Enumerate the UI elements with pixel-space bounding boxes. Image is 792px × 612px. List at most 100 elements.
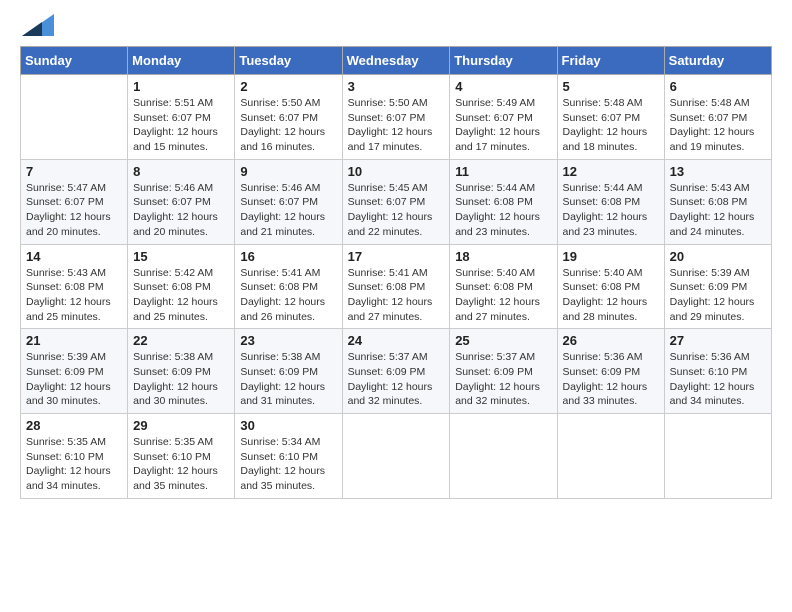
calendar-cell: 6 Sunrise: 5:48 AM Sunset: 6:07 PM Daylig… [664, 75, 771, 160]
day-number: 10 [348, 164, 445, 179]
day-info: Sunrise: 5:46 AM Sunset: 6:07 PM Dayligh… [133, 181, 229, 240]
weekday-header-monday: Monday [128, 47, 235, 75]
calendar-cell: 12 Sunrise: 5:44 AM Sunset: 6:08 PM Dayli… [557, 159, 664, 244]
calendar-cell: 26 Sunrise: 5:36 AM Sunset: 6:09 PM Dayli… [557, 329, 664, 414]
calendar-cell: 20 Sunrise: 5:39 AM Sunset: 6:09 PM Dayli… [664, 244, 771, 329]
calendar-cell: 9 Sunrise: 5:46 AM Sunset: 6:07 PM Daylig… [235, 159, 342, 244]
week-row-4: 21Sunrise: 5:39 AM Sunset: 6:09 PM Dayli… [21, 329, 772, 414]
page-header [20, 20, 772, 36]
weekday-header-row: SundayMondayTuesdayWednesdayThursdayFrid… [21, 47, 772, 75]
day-number: 25 [455, 333, 551, 348]
day-info: Sunrise: 5:34 AM Sunset: 6:10 PM Dayligh… [240, 435, 336, 494]
day-info: Sunrise: 5:49 AM Sunset: 6:07 PM Dayligh… [455, 96, 551, 155]
calendar-cell [664, 414, 771, 499]
calendar-cell: 11 Sunrise: 5:44 AM Sunset: 6:08 PM Dayli… [450, 159, 557, 244]
day-number: 23 [240, 333, 336, 348]
day-info: Sunrise: 5:41 AM Sunset: 6:08 PM Dayligh… [240, 266, 336, 325]
day-number: 18 [455, 249, 551, 264]
weekday-header-saturday: Saturday [664, 47, 771, 75]
day-number: 17 [348, 249, 445, 264]
calendar-cell: 7Sunrise: 5:47 AM Sunset: 6:07 PM Daylig… [21, 159, 128, 244]
day-info: Sunrise: 5:35 AM Sunset: 6:10 PM Dayligh… [26, 435, 122, 494]
calendar-cell: 21Sunrise: 5:39 AM Sunset: 6:09 PM Dayli… [21, 329, 128, 414]
day-info: Sunrise: 5:47 AM Sunset: 6:07 PM Dayligh… [26, 181, 122, 240]
day-info: Sunrise: 5:37 AM Sunset: 6:09 PM Dayligh… [348, 350, 445, 409]
day-info: Sunrise: 5:35 AM Sunset: 6:10 PM Dayligh… [133, 435, 229, 494]
day-info: Sunrise: 5:50 AM Sunset: 6:07 PM Dayligh… [240, 96, 336, 155]
day-info: Sunrise: 5:51 AM Sunset: 6:07 PM Dayligh… [133, 96, 229, 155]
day-info: Sunrise: 5:48 AM Sunset: 6:07 PM Dayligh… [670, 96, 766, 155]
calendar-cell: 8Sunrise: 5:46 AM Sunset: 6:07 PM Daylig… [128, 159, 235, 244]
day-number: 29 [133, 418, 229, 433]
calendar-cell: 2 Sunrise: 5:50 AM Sunset: 6:07 PM Daylig… [235, 75, 342, 160]
weekday-header-friday: Friday [557, 47, 664, 75]
day-info: Sunrise: 5:46 AM Sunset: 6:07 PM Dayligh… [240, 181, 336, 240]
day-number: 27 [670, 333, 766, 348]
day-number: 4 [455, 79, 551, 94]
calendar-cell: 25Sunrise: 5:37 AM Sunset: 6:09 PM Dayli… [450, 329, 557, 414]
calendar-cell: 28 Sunrise: 5:35 AM Sunset: 6:10 PM Dayli… [21, 414, 128, 499]
day-info: Sunrise: 5:45 AM Sunset: 6:07 PM Dayligh… [348, 181, 445, 240]
weekday-header-thursday: Thursday [450, 47, 557, 75]
day-info: Sunrise: 5:38 AM Sunset: 6:09 PM Dayligh… [240, 350, 336, 409]
day-info: Sunrise: 5:43 AM Sunset: 6:08 PM Dayligh… [26, 266, 122, 325]
calendar-cell: 5 Sunrise: 5:48 AM Sunset: 6:07 PM Daylig… [557, 75, 664, 160]
day-info: Sunrise: 5:41 AM Sunset: 6:08 PM Dayligh… [348, 266, 445, 325]
logo-icon [22, 14, 54, 36]
calendar-cell [450, 414, 557, 499]
day-number: 24 [348, 333, 445, 348]
calendar-cell [342, 414, 450, 499]
calendar-cell: 22 Sunrise: 5:38 AM Sunset: 6:09 PM Dayli… [128, 329, 235, 414]
day-number: 28 [26, 418, 122, 433]
day-info: Sunrise: 5:43 AM Sunset: 6:08 PM Dayligh… [670, 181, 766, 240]
day-number: 13 [670, 164, 766, 179]
day-info: Sunrise: 5:48 AM Sunset: 6:07 PM Dayligh… [563, 96, 659, 155]
day-number: 26 [563, 333, 659, 348]
logo [20, 20, 54, 36]
day-number: 30 [240, 418, 336, 433]
day-number: 3 [348, 79, 445, 94]
calendar-cell: 17 Sunrise: 5:41 AM Sunset: 6:08 PM Dayli… [342, 244, 450, 329]
calendar-cell: 30 Sunrise: 5:34 AM Sunset: 6:10 PM Dayli… [235, 414, 342, 499]
day-info: Sunrise: 5:36 AM Sunset: 6:10 PM Dayligh… [670, 350, 766, 409]
calendar-cell: 16 Sunrise: 5:41 AM Sunset: 6:08 PM Dayli… [235, 244, 342, 329]
day-number: 6 [670, 79, 766, 94]
day-info: Sunrise: 5:42 AM Sunset: 6:08 PM Dayligh… [133, 266, 229, 325]
day-number: 11 [455, 164, 551, 179]
calendar-cell: 10 Sunrise: 5:45 AM Sunset: 6:07 PM Dayli… [342, 159, 450, 244]
day-number: 14 [26, 249, 122, 264]
day-info: Sunrise: 5:39 AM Sunset: 6:09 PM Dayligh… [670, 266, 766, 325]
calendar-cell: 1Sunrise: 5:51 AM Sunset: 6:07 PM Daylig… [128, 75, 235, 160]
day-info: Sunrise: 5:38 AM Sunset: 6:09 PM Dayligh… [133, 350, 229, 409]
day-number: 12 [563, 164, 659, 179]
day-number: 21 [26, 333, 122, 348]
week-row-2: 7Sunrise: 5:47 AM Sunset: 6:07 PM Daylig… [21, 159, 772, 244]
day-number: 9 [240, 164, 336, 179]
calendar-cell: 27 Sunrise: 5:36 AM Sunset: 6:10 PM Dayli… [664, 329, 771, 414]
day-info: Sunrise: 5:44 AM Sunset: 6:08 PM Dayligh… [455, 181, 551, 240]
calendar-cell: 29 Sunrise: 5:35 AM Sunset: 6:10 PM Dayli… [128, 414, 235, 499]
day-info: Sunrise: 5:50 AM Sunset: 6:07 PM Dayligh… [348, 96, 445, 155]
day-info: Sunrise: 5:40 AM Sunset: 6:08 PM Dayligh… [563, 266, 659, 325]
calendar-table: SundayMondayTuesdayWednesdayThursdayFrid… [20, 46, 772, 499]
week-row-1: 1Sunrise: 5:51 AM Sunset: 6:07 PM Daylig… [21, 75, 772, 160]
day-number: 22 [133, 333, 229, 348]
week-row-3: 14 Sunrise: 5:43 AM Sunset: 6:08 PM Dayli… [21, 244, 772, 329]
day-number: 5 [563, 79, 659, 94]
calendar-cell: 24 Sunrise: 5:37 AM Sunset: 6:09 PM Dayli… [342, 329, 450, 414]
day-info: Sunrise: 5:44 AM Sunset: 6:08 PM Dayligh… [563, 181, 659, 240]
calendar-cell: 14 Sunrise: 5:43 AM Sunset: 6:08 PM Dayli… [21, 244, 128, 329]
calendar-cell: 13 Sunrise: 5:43 AM Sunset: 6:08 PM Dayli… [664, 159, 771, 244]
day-number: 2 [240, 79, 336, 94]
day-number: 15 [133, 249, 229, 264]
calendar-cell [21, 75, 128, 160]
week-row-5: 28 Sunrise: 5:35 AM Sunset: 6:10 PM Dayli… [21, 414, 772, 499]
weekday-header-tuesday: Tuesday [235, 47, 342, 75]
day-number: 19 [563, 249, 659, 264]
day-info: Sunrise: 5:36 AM Sunset: 6:09 PM Dayligh… [563, 350, 659, 409]
calendar-cell: 15 Sunrise: 5:42 AM Sunset: 6:08 PM Dayli… [128, 244, 235, 329]
calendar-cell: 18Sunrise: 5:40 AM Sunset: 6:08 PM Dayli… [450, 244, 557, 329]
day-number: 16 [240, 249, 336, 264]
calendar-cell: 3 Sunrise: 5:50 AM Sunset: 6:07 PM Daylig… [342, 75, 450, 160]
day-number: 20 [670, 249, 766, 264]
